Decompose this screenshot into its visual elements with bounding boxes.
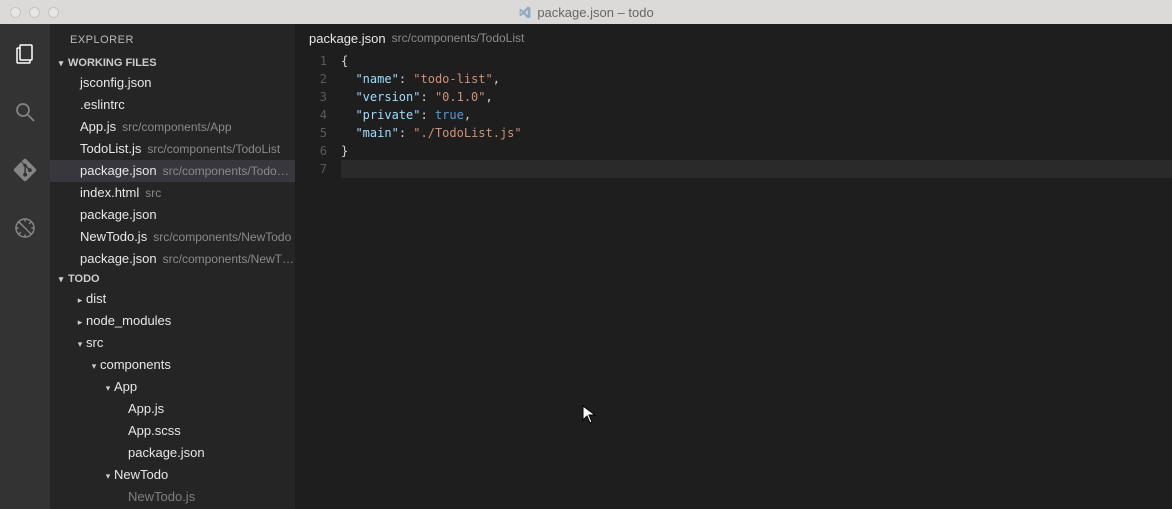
line-number: 4	[295, 106, 327, 124]
working-file-item[interactable]: package.json	[50, 204, 295, 226]
working-file-item[interactable]: TodoList.js src/components/TodoList	[50, 138, 295, 160]
file-tree: distnode_modulessrccomponentsAppApp.jsAp…	[50, 288, 295, 508]
working-files-header[interactable]: ▾ WORKING FILES	[50, 54, 295, 72]
search-icon	[13, 100, 37, 124]
explorer-activity[interactable]	[0, 34, 50, 74]
editor-tab[interactable]: package.json src/components/TodoList	[295, 24, 1172, 52]
file-path: src	[145, 182, 161, 204]
project-header[interactable]: ▾ TODO	[50, 270, 295, 288]
file-name: package.json	[80, 204, 157, 226]
file-name: package.json	[80, 248, 157, 270]
file-path: src/components/TodoList	[147, 138, 280, 160]
current-line-highlight	[341, 160, 1172, 178]
file-name: index.html	[80, 182, 139, 204]
working-file-item[interactable]: jsconfig.json	[50, 72, 295, 94]
file-name: package.json	[80, 160, 157, 182]
explorer-sidebar: EXPLORER ▾ WORKING FILES jsconfig.json.e…	[50, 24, 295, 509]
working-file-item[interactable]: .eslintrc	[50, 94, 295, 116]
tab-filepath: src/components/TodoList	[392, 31, 525, 45]
line-number: 1	[295, 52, 327, 70]
debug-activity[interactable]	[0, 208, 50, 248]
code-area[interactable]: 1234567 { "name": "todo-list", "version"…	[295, 52, 1172, 509]
file-name: NewTodo.js	[80, 226, 147, 248]
file-path: src/components/TodoList	[163, 160, 295, 182]
tab-filename: package.json	[309, 31, 386, 46]
line-number: 7	[295, 160, 327, 178]
node-label: NewTodo.js	[128, 486, 195, 508]
minimize-window-button[interactable]	[29, 7, 40, 18]
git-activity[interactable]	[0, 150, 50, 190]
node-label: components	[100, 354, 171, 376]
folder-item[interactable]: NewTodo	[50, 464, 295, 486]
node-label: NewTodo	[114, 464, 168, 486]
line-gutter: 1234567	[295, 52, 341, 509]
line-number: 5	[295, 124, 327, 142]
file-path: src/components/NewTodo	[153, 226, 291, 248]
activity-bar	[0, 24, 50, 509]
folder-item[interactable]: components	[50, 354, 295, 376]
folder-item[interactable]: src	[50, 332, 295, 354]
working-file-item[interactable]: package.json src/components/NewT…	[50, 248, 295, 270]
node-label: App	[114, 376, 137, 398]
file-item[interactable]: package.json	[50, 442, 295, 464]
working-file-item[interactable]: package.json src/components/TodoList	[50, 160, 295, 182]
chevron-right-icon	[74, 289, 86, 310]
working-files-label: WORKING FILES	[68, 57, 157, 69]
sidebar-title: EXPLORER	[50, 24, 295, 54]
traffic-lights	[0, 7, 59, 18]
file-name: .eslintrc	[80, 94, 125, 116]
chevron-down-icon	[102, 465, 114, 486]
file-item[interactable]: App.scss	[50, 420, 295, 442]
node-label: App.js	[128, 398, 164, 420]
chevron-down-icon	[74, 333, 86, 354]
editor-pane: package.json src/components/TodoList 123…	[295, 24, 1172, 509]
git-icon	[13, 158, 37, 182]
search-activity[interactable]	[0, 92, 50, 132]
file-item[interactable]: App.js	[50, 398, 295, 420]
node-label: node_modules	[86, 310, 171, 332]
close-window-button[interactable]	[10, 7, 21, 18]
window-title: package.json – todo	[0, 5, 1172, 20]
project-label: TODO	[68, 273, 100, 285]
file-path: src/components/App	[122, 116, 231, 138]
files-icon	[13, 42, 37, 66]
line-number: 3	[295, 88, 327, 106]
chevron-down-icon	[102, 377, 114, 398]
line-number: 2	[295, 70, 327, 88]
working-file-item[interactable]: NewTodo.js src/components/NewTodo	[50, 226, 295, 248]
chevron-right-icon	[74, 311, 86, 332]
file-path: src/components/NewT…	[163, 248, 294, 270]
folder-item[interactable]: dist	[50, 288, 295, 310]
file-name: TodoList.js	[80, 138, 141, 160]
line-number: 6	[295, 142, 327, 160]
file-name: App.js	[80, 116, 116, 138]
working-file-item[interactable]: index.html src	[50, 182, 295, 204]
window-titlebar: package.json – todo	[0, 0, 1172, 24]
node-label: dist	[86, 288, 106, 310]
working-file-item[interactable]: App.js src/components/App	[50, 116, 295, 138]
folder-item[interactable]: node_modules	[50, 310, 295, 332]
chevron-down-icon: ▾	[54, 274, 68, 285]
chevron-down-icon	[88, 355, 100, 376]
file-item[interactable]: NewTodo.js	[50, 486, 295, 508]
vscode-icon	[518, 6, 531, 19]
code-content[interactable]: { "name": "todo-list", "version": "0.1.0…	[341, 52, 1172, 509]
folder-item[interactable]: App	[50, 376, 295, 398]
node-label: package.json	[128, 442, 205, 464]
working-files-list: jsconfig.json.eslintrcApp.js src/componen…	[50, 72, 295, 270]
file-name: jsconfig.json	[80, 72, 152, 94]
maximize-window-button[interactable]	[48, 7, 59, 18]
node-label: App.scss	[128, 420, 181, 442]
node-label: src	[86, 332, 103, 354]
chevron-down-icon: ▾	[54, 58, 68, 69]
debug-icon	[13, 216, 37, 240]
